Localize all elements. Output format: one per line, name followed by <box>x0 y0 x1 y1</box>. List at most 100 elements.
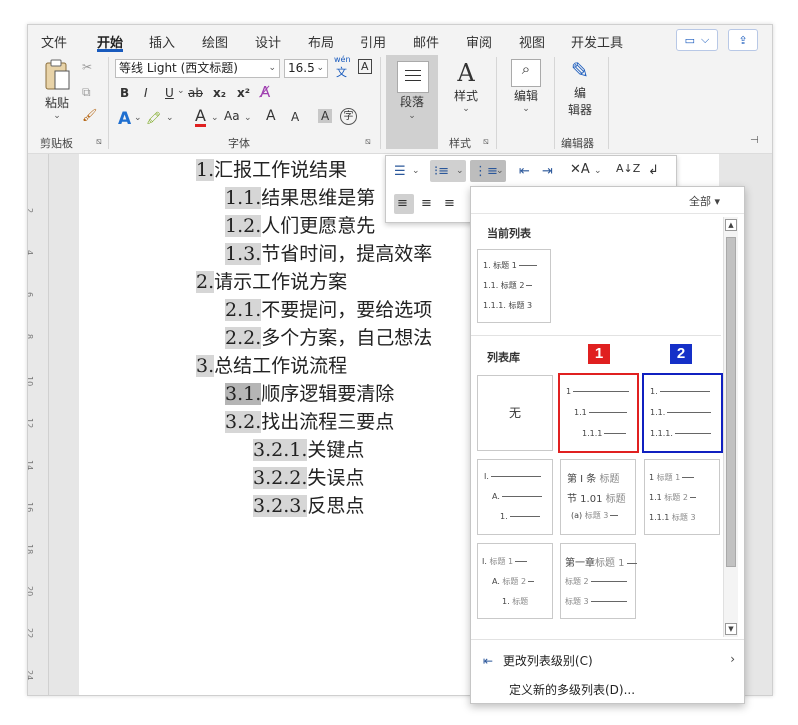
list-item[interactable]: 2.1.不要提问，要给选项 <box>225 295 432 322</box>
list-tile-numeric-aligned[interactable]: 1. 1.1. 1.1.1. <box>642 373 723 453</box>
list-tile-roman-heading[interactable]: I. 标题 1 A. 标题 2 1. 标题 <box>477 543 553 619</box>
asian-layout-icon[interactable]: ✕A <box>570 162 590 177</box>
vertical-ruler: 2 4 6 8 10 12 14 16 18 20 22 24 <box>28 154 49 695</box>
scroll-down-icon[interactable]: ▼ <box>725 623 737 635</box>
define-new-multilevel-list-menu-item[interactable]: 定义新的多级列表(D)... <box>509 681 635 698</box>
share-button[interactable]: ⇪ <box>728 29 758 51</box>
ruler-tick: 24 <box>27 670 34 681</box>
highlight-icon[interactable]: 🖍 <box>146 111 161 125</box>
scrollbar-thumb[interactable] <box>726 237 736 567</box>
list-item[interactable]: 3.2.2.失误点 <box>253 463 364 490</box>
text-effects-button[interactable]: A <box>118 109 131 129</box>
collapse-ribbon-icon[interactable]: ⊣ <box>750 135 759 146</box>
comment-icon: ▭ <box>684 33 696 47</box>
align-right-icon[interactable]: ≡ <box>444 196 455 211</box>
phonetic-guide-button[interactable]: 文 <box>336 64 347 80</box>
dialog-launcher-icon[interactable]: ⧅ <box>365 137 371 147</box>
dialog-launcher-icon[interactable]: ⧅ <box>96 137 102 147</box>
change-list-level-menu-item[interactable]: ⇤ 更改列表级别(C) › <box>483 652 735 669</box>
styles-button[interactable]: A 样式 ⌄ <box>446 59 486 114</box>
chevron-down-icon: ⌄ <box>268 63 276 73</box>
chevron-down-icon[interactable]: ⌄ <box>496 166 504 176</box>
chevron-down-icon[interactable]: ⌄ <box>594 166 602 176</box>
list-tile-none[interactable]: 无 <box>477 375 553 451</box>
align-left-icon[interactable]: ≡ <box>397 196 408 211</box>
list-item[interactable]: 3.总结工作说流程 <box>196 351 347 378</box>
ruler-tick: 18 <box>27 544 34 555</box>
list-item[interactable]: 1.3.节省时间，提高效率 <box>225 239 432 266</box>
list-item[interactable]: 1.1.结果思维是第 <box>225 183 375 210</box>
character-shading-button[interactable]: A <box>318 109 333 123</box>
chevron-down-icon[interactable]: ⌄ <box>412 166 420 176</box>
list-tile-article-section[interactable]: 第 Ⅰ 条 标题 节 1.01 标题 (a) 标题 3 <box>560 459 636 535</box>
show-marks-icon[interactable]: ↲ <box>648 163 659 178</box>
strikethrough-button[interactable]: ab <box>188 86 203 100</box>
tab-view[interactable]: 视图 <box>519 32 545 51</box>
chevron-down-icon: ⌄ <box>177 86 185 96</box>
comments-button[interactable]: ▭ ⌵ <box>676 29 718 51</box>
dialog-launcher-icon[interactable]: ⧅ <box>483 137 489 147</box>
sort-icon[interactable]: A↓Z <box>616 162 640 175</box>
paragraph-button[interactable]: 段落 ⌄ <box>386 55 438 149</box>
list-tile-heading-numbered[interactable]: 1 标题 1 1.1 标题 2 1.1.1 标题 3 <box>644 459 720 535</box>
change-case-button[interactable]: Aa <box>224 109 240 123</box>
font-name-combobox[interactable]: 等线 Light (西文标题) ⌄ <box>115 59 280 78</box>
list-item[interactable]: 1.汇报工作说结果 <box>196 155 347 182</box>
format-painter-icon[interactable]: 🖌 <box>82 108 97 122</box>
list-item[interactable]: 1.2.人们更愿意先 <box>225 211 375 238</box>
cut-icon[interactable]: ✂ <box>82 60 92 74</box>
tab-design[interactable]: 设计 <box>255 32 281 51</box>
group-divider <box>108 57 109 149</box>
bold-button[interactable]: B <box>120 86 129 100</box>
gallery-scrollbar[interactable]: ▲ ▼ <box>723 217 738 637</box>
badge-2: 2 <box>670 344 692 364</box>
list-item[interactable]: 3.2.3.反思点 <box>253 491 364 518</box>
scroll-up-icon[interactable]: ▲ <box>725 219 737 231</box>
chevron-down-icon: ⌄ <box>462 104 470 114</box>
font-color-button[interactable]: A <box>195 108 206 127</box>
subscript-button[interactable]: x₂ <box>213 86 226 100</box>
current-list-tile[interactable]: 1. 标题 1 1.1. 标题 2 1.1.1. 标题 3 <box>477 249 551 323</box>
decrease-indent-icon[interactable]: ⇤ <box>519 164 530 179</box>
editor-button[interactable]: ✎ 编 辑器 <box>558 59 602 118</box>
font-size-combobox[interactable]: 16.5 ⌄ <box>284 59 328 78</box>
increase-indent-icon[interactable]: ⇥ <box>542 164 553 179</box>
tab-references[interactable]: 引用 <box>360 32 386 51</box>
gallery-filter-dropdown[interactable]: 全部 ▾ <box>689 193 720 209</box>
list-item[interactable]: 3.2.找出流程三要点 <box>225 407 394 434</box>
tab-developer[interactable]: 开发工具 <box>571 32 623 51</box>
clear-formatting-icon[interactable]: A̸ <box>260 83 270 101</box>
tab-insert[interactable]: 插入 <box>149 32 175 51</box>
tab-review[interactable]: 审阅 <box>466 32 492 51</box>
tab-layout[interactable]: 布局 <box>308 32 334 51</box>
tab-mailings[interactable]: 邮件 <box>413 32 439 51</box>
chevron-down-icon[interactable]: ⌄ <box>456 166 464 176</box>
copy-icon[interactable]: ⧉ <box>82 85 91 100</box>
shrink-font-button[interactable]: A <box>291 110 299 124</box>
list-item[interactable]: 2.2.多个方案，自己想法 <box>225 323 432 350</box>
list-tile-roman[interactable]: I. A. 1. <box>477 459 553 535</box>
multilevel-list-button[interactable]: ⋮≡ <box>474 164 498 179</box>
character-border-button[interactable]: A <box>358 59 372 74</box>
list-item[interactable]: 3.1.顺序逻辑要清除 <box>225 379 394 406</box>
list-item[interactable]: 2.请示工作说方案 <box>196 267 347 294</box>
list-item[interactable]: 3.2.1.关键点 <box>253 435 364 462</box>
list-tile-chapter[interactable]: 第一章标题 1 标题 2 标题 3 <box>560 543 637 619</box>
tab-file[interactable]: 文件 <box>41 32 67 51</box>
paste-button[interactable]: 粘贴 ⌄ <box>38 59 76 121</box>
numbering-button[interactable]: ⁝≡ <box>434 164 449 179</box>
ruler-tick: 4 <box>28 250 34 255</box>
list-library-heading: 列表库 <box>487 351 520 364</box>
superscript-button[interactable]: x² <box>237 86 250 100</box>
editing-button[interactable]: ⌕ 编辑 ⌄ <box>504 59 548 114</box>
align-center-icon[interactable]: ≡ <box>421 196 432 211</box>
underline-button[interactable]: U <box>165 86 174 100</box>
italic-button[interactable]: I <box>144 86 148 100</box>
tab-draw[interactable]: 绘图 <box>202 32 228 51</box>
enclose-characters-button[interactable]: 字 <box>340 108 357 125</box>
list-tile-numeric-indented[interactable]: 1 1.1 1.1.1 <box>558 373 639 453</box>
ruler-tick: 8 <box>28 334 34 339</box>
bullets-button[interactable]: ☰ <box>394 164 406 179</box>
chevron-down-icon: ⌄ <box>53 111 61 121</box>
grow-font-button[interactable]: A <box>266 108 276 124</box>
